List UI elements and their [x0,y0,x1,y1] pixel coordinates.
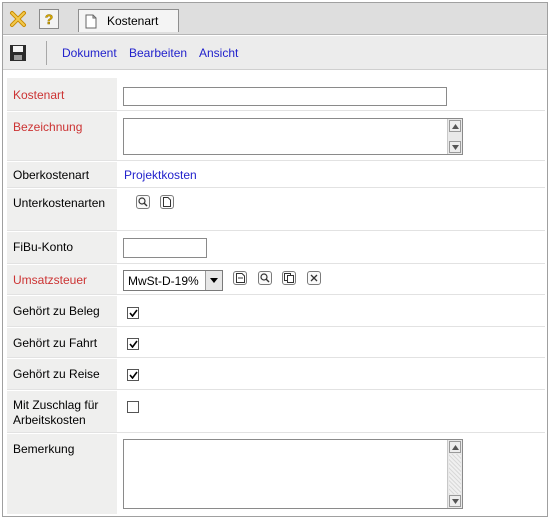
row-beleg: Gehört zu Beleg [7,296,545,327]
label-kostenart: Kostenart [13,88,65,102]
beleg-checkbox[interactable] [127,307,139,319]
label-umsatzsteuer: Umsatzsteuer [13,273,88,287]
umsatzsteuer-select[interactable]: MwSt-D-19% [123,270,223,291]
edit-document-icon[interactable] [233,271,247,285]
row-kostenart: Kostenart [7,78,545,111]
clear-icon[interactable] [307,271,321,285]
fahrt-checkbox[interactable] [127,338,139,350]
scroll-up-icon[interactable] [449,441,461,453]
search-icon[interactable] [136,195,150,209]
search-icon[interactable] [258,271,272,285]
row-unterkostenarten: Unterkostenarten [7,189,545,231]
title-bar: ? Kostenart [3,3,547,35]
menu-bar: Dokument Bearbeiten Ansicht [3,36,547,70]
close-icon[interactable] [8,9,28,29]
chevron-down-icon[interactable] [205,271,222,290]
row-zuschlag: Mit Zuschlag für Arbeitskosten [7,391,545,433]
row-fahrt: Gehört zu Fahrt [7,328,545,358]
menu-separator [46,41,47,65]
label-zuschlag-line2: Arbeitskosten [13,413,86,427]
label-reise: Gehört zu Reise [13,367,100,381]
row-bezeichnung: Bezeichnung [7,112,545,161]
tab-label: Kostenart [107,14,159,28]
row-fibu: FiBu-Konto [7,232,545,264]
fibu-input[interactable] [123,238,207,258]
scroll-up-icon[interactable] [449,120,461,132]
scroll-down-icon[interactable] [449,141,461,153]
menu-dokument[interactable]: Dokument [62,46,117,60]
label-beleg: Gehört zu Beleg [13,304,100,318]
row-bemerkung: Bemerkung [7,434,545,514]
row-oberkostenart: Oberkostenart Projektkosten [7,162,545,188]
label-bezeichnung: Bezeichnung [13,120,83,134]
new-document-icon[interactable] [160,195,174,209]
kostenart-input[interactable] [123,87,447,106]
label-unterkostenarten: Unterkostenarten [13,196,106,210]
row-reise: Gehört zu Reise [7,359,545,390]
window: ? Kostenart Dokument Bearbeiten Ansicht … [2,2,548,517]
help-icon[interactable]: ? [39,9,59,29]
tab-kostenart[interactable]: Kostenart [78,9,179,32]
label-zuschlag-line1: Mit Zuschlag für [13,398,99,412]
bezeichnung-textarea[interactable] [123,118,463,155]
scroll-track[interactable] [449,454,461,494]
bemerkung-textarea[interactable] [123,439,463,509]
label-bemerkung: Bemerkung [13,442,75,456]
menu-ansicht[interactable]: Ansicht [199,46,238,60]
zuschlag-checkbox[interactable] [127,401,139,413]
label-fahrt: Gehört zu Fahrt [13,336,98,350]
reise-checkbox[interactable] [127,369,139,381]
label-fibu: FiBu-Konto [13,240,74,254]
bemerkung-scrollbar[interactable] [447,440,462,508]
bezeichnung-scrollbar[interactable] [447,119,462,154]
umsatzsteuer-value: MwSt-D-19% [128,274,199,288]
label-oberkostenart: Oberkostenart [13,168,90,182]
scroll-down-icon[interactable] [449,495,461,507]
oberkostenart-link[interactable]: Projektkosten [124,168,197,182]
menu-bearbeiten[interactable]: Bearbeiten [129,46,187,60]
row-umsatzsteuer: Umsatzsteuer MwSt-D-19% [7,265,545,295]
save-icon[interactable] [9,44,27,65]
svg-text:?: ? [45,11,54,27]
document-icon [85,14,97,28]
copy-icon[interactable] [282,271,296,285]
